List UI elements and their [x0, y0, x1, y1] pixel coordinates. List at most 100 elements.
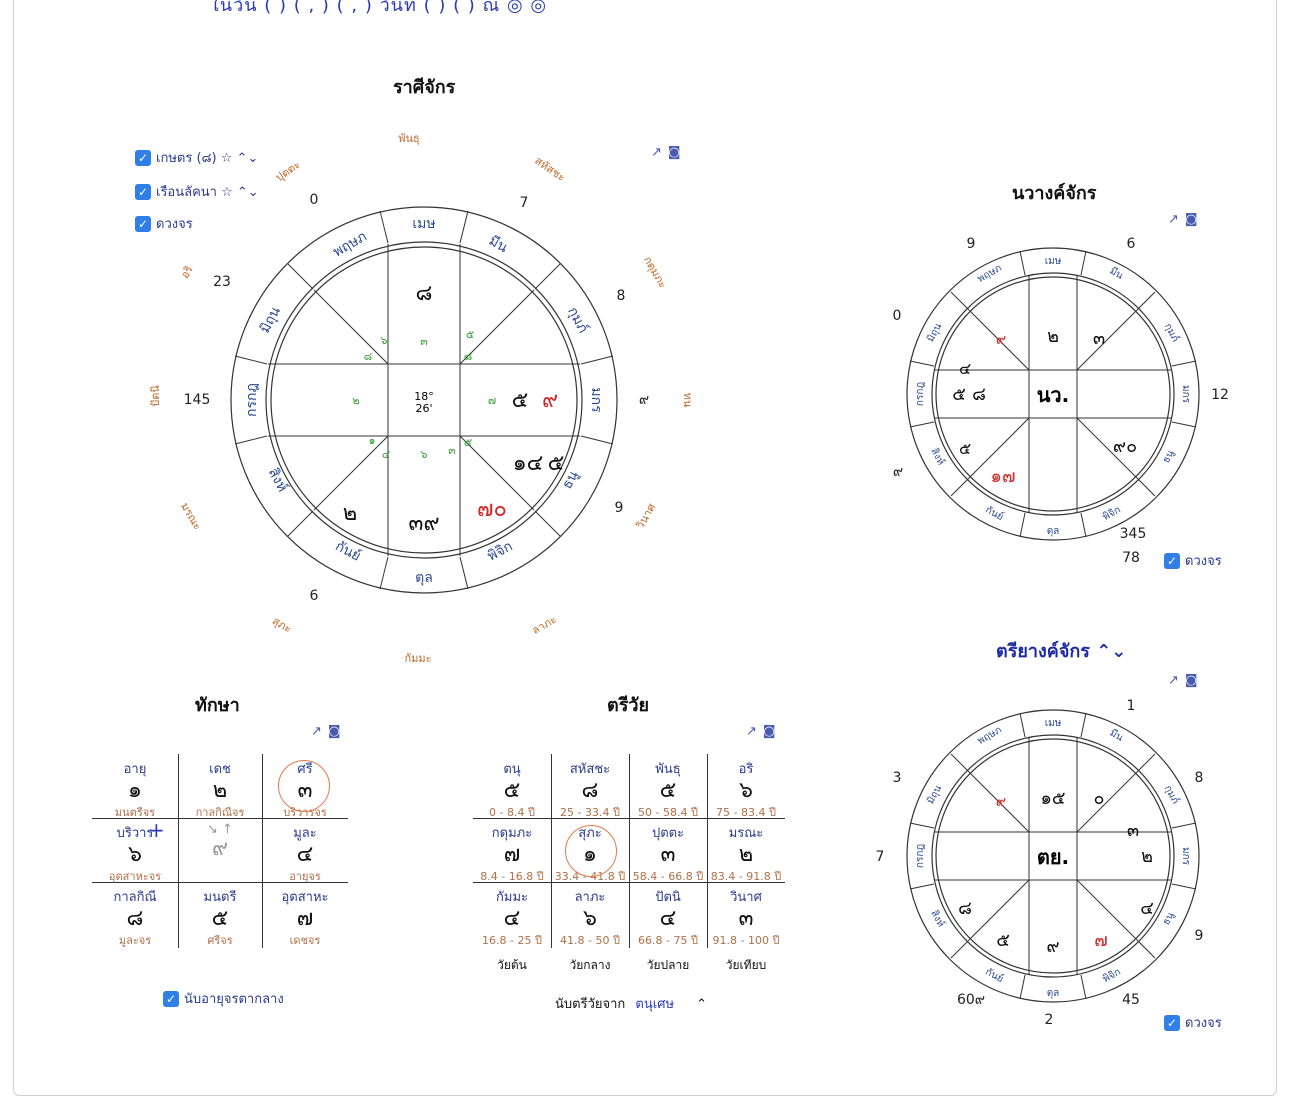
sign-label: กุมภ์ [1162, 321, 1182, 344]
triyang-transit-label: ดวงจร [1185, 1016, 1222, 1031]
camera-icon[interactable]: ◙ [328, 724, 341, 739]
triyang-title[interactable]: ตรียางค์จักร ⌃⌄ [996, 636, 1126, 665]
house-label: ลาภะ [530, 613, 559, 637]
triwai-cell: พันธุ๕ 50 - 58.4 ปี [638, 762, 698, 819]
sign-label: พิจิก [1101, 505, 1123, 523]
planet-cell: ๙๐ [1113, 436, 1137, 457]
sign-label: กุมภ์ [1162, 783, 1182, 806]
planet-cell: ๓๙ [408, 511, 439, 536]
sign-label: ตุล [1047, 526, 1060, 537]
planet-cell: ๑๗ [991, 466, 1016, 487]
taksa-cell: อายุ๑มนตรีจร [114, 762, 156, 819]
outer-number: 345 [1120, 526, 1147, 542]
planet-cell: ๘ [416, 281, 433, 306]
external-link-icon[interactable]: ↗ [1168, 673, 1179, 688]
house-number: ๒ [352, 394, 359, 407]
house-number: ๕ [466, 328, 474, 341]
highlight-circle [565, 825, 617, 877]
outer-number: 145 [184, 392, 211, 408]
sign-label: มกร [1180, 385, 1191, 404]
house-number: ๓ [448, 444, 456, 457]
triwai-cell: วินาศ๓ 91.8 - 100 ปี [712, 890, 780, 947]
triwai-cell: ลาภะ๖ 41.8 - 50 ปี [560, 890, 620, 947]
outer-number: 0 [893, 308, 902, 324]
triwai-footer: วัยต้น วัยกลาง วัยปลาย วัยเทียบ [473, 956, 789, 975]
house-number: ๔ [382, 448, 390, 461]
triyang-transit-checkbox[interactable]: ✓ ดวงจร [1164, 1012, 1222, 1033]
outer-number: 78 [1122, 550, 1140, 566]
sign-label: มกร [1180, 847, 1191, 866]
outer-number: 7 [520, 195, 529, 211]
rasi-wheel: เมษ มีน กุมภ์ มกร ธนู พิจิก ตุล กันย์ สิ… [149, 132, 694, 665]
sign-label: สิงห์ [928, 908, 947, 929]
taksa-option-checkbox[interactable]: ✓ นับอายุจรตากลาง [163, 988, 284, 1009]
triyang-toolbar: ↗ ◙ [1162, 673, 1198, 688]
external-link-icon[interactable]: ↗ [746, 724, 757, 739]
outer-number: 6 [1127, 236, 1136, 252]
navang-transit-checkbox[interactable]: ✓ ดวงจร [1164, 550, 1222, 571]
chevron-updown-icon: ⌃ [696, 997, 708, 1012]
planet-cell: ๑๔ [513, 451, 544, 476]
ascendant-minute: 26' [415, 402, 432, 415]
outer-number: 8 [1195, 770, 1204, 786]
taksa-cell: เดช๒กาลกิณีจร [195, 762, 245, 819]
camera-icon[interactable]: ◙ [763, 724, 776, 739]
taksa-center: ↘ ↑ ๙ [207, 822, 233, 861]
outer-number: 2 [1045, 1012, 1054, 1028]
planet-cell: ๔ [959, 359, 971, 378]
house-label: อริ [178, 264, 196, 281]
outer-number: 9 [615, 500, 624, 516]
outer-number: 45 [1122, 992, 1140, 1008]
triyang-center: ตย. [1037, 845, 1069, 869]
triwai-cell: สหัสชะ๘ 25 - 33.4 ปี [560, 762, 620, 819]
taksa-option-label: นับอายุจรตากลาง [184, 992, 284, 1007]
planet-cell: ๙ [996, 332, 1006, 348]
sign-label: พิจิก [1101, 967, 1123, 985]
external-link-icon[interactable]: ↗ [311, 724, 322, 739]
outer-number: 3 [893, 770, 902, 786]
planet-cell: ๕ [512, 388, 529, 413]
sign-label: กันย์ [333, 537, 364, 564]
outer-number: 9 [967, 236, 976, 252]
sign-label: กรกฎ [915, 382, 926, 406]
planet-cell: ๕ [959, 439, 971, 458]
triwai-count-select[interactable]: นับตรีวัยจาก ตนุเศษ ⌃ [555, 993, 707, 1014]
sign-label: กุมภ์ [564, 304, 592, 336]
planet-cell: ๕ [548, 451, 565, 476]
sign-label: ตุล [1047, 988, 1060, 999]
camera-icon[interactable]: ◙ [1185, 673, 1198, 688]
highlight-circle [278, 760, 330, 812]
sign-label: มีน [1108, 727, 1126, 744]
planet-cell: ๗๐ [477, 497, 507, 522]
sign-label: กรกฎ [915, 844, 926, 868]
outer-number: 9 [1195, 928, 1204, 944]
age-period-label: วัยเทียบ [725, 958, 767, 972]
house-number: ๕ [464, 436, 472, 449]
sign-label: มกร [588, 387, 604, 413]
check-icon: ✓ [163, 990, 179, 1007]
planet-cell: ๘ [972, 384, 986, 405]
house-label: วินาศ [633, 501, 658, 531]
sign-label: ธนู [1161, 448, 1177, 465]
sign-label: พฤษภ [976, 725, 1004, 747]
outer-number: 60๙ [957, 992, 985, 1008]
navang-wheel: เมษ มีน กุมภ์ มกร ธนู พิจิก ตุล กันย์ สิ… [893, 236, 1229, 566]
sign-label: กรกฎ [244, 383, 260, 417]
house-label: มรณะ [178, 500, 204, 532]
outer-number: 7 [876, 849, 885, 865]
planet-cell: ๙ [996, 794, 1006, 810]
house-number: ๘ [464, 350, 473, 363]
sign-label: มิถุน [925, 783, 944, 806]
planet-cell: ๓ [1127, 820, 1139, 841]
camera-icon[interactable]: ◙ [1185, 212, 1198, 227]
taksa-cell: อุตสาหะ๗เดชจร [281, 890, 329, 947]
sign-label: กันย์ [983, 504, 1005, 523]
house-number: ๗ [488, 394, 496, 407]
house-label: กดุมภะ [641, 254, 669, 290]
triwai-cell: กดุมภะ๗ 8.4 - 16.8 ปี [480, 826, 544, 883]
sign-label: สิงห์ [928, 446, 947, 467]
house-label: สุภะ [270, 614, 294, 635]
triwai-cell: ปัตนิ๔ 66.8 - 75 ปี [638, 890, 698, 947]
sign-label: ตุล [415, 570, 433, 586]
external-link-icon[interactable]: ↗ [1168, 212, 1179, 227]
